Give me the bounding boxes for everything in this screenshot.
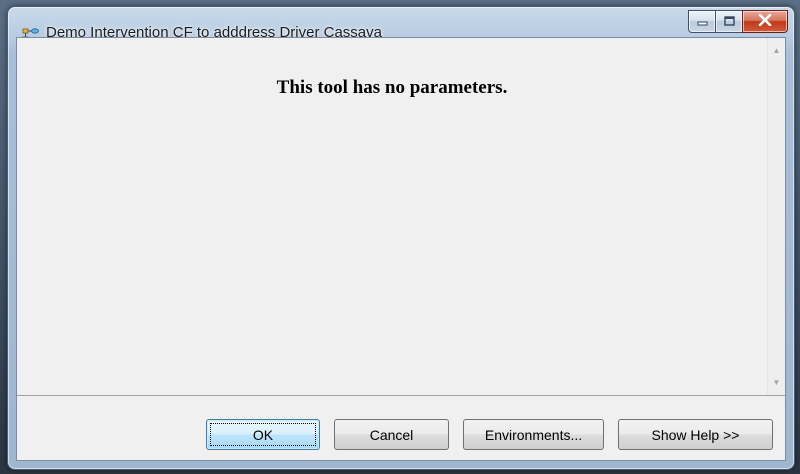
vertical-scrollbar[interactable]: ▲ ▼ bbox=[767, 38, 785, 395]
show-help-button[interactable]: Show Help >> bbox=[618, 419, 773, 450]
close-button[interactable] bbox=[742, 10, 788, 33]
no-parameters-message: This tool has no parameters. bbox=[276, 77, 508, 98]
maximize-icon bbox=[723, 13, 735, 31]
minimize-button[interactable] bbox=[688, 10, 715, 33]
maximize-button[interactable] bbox=[715, 10, 742, 33]
scroll-up-arrow-icon[interactable]: ▲ bbox=[768, 42, 785, 59]
caption-buttons bbox=[688, 10, 788, 33]
tool-dialog-window: Demo Intervention CF to adddress Driver … bbox=[7, 6, 795, 470]
environments-button[interactable]: Environments... bbox=[463, 419, 604, 450]
dialog-buttons: OK Cancel Environments... Show Help >> bbox=[206, 419, 773, 450]
close-icon bbox=[758, 13, 772, 31]
minimize-icon bbox=[697, 13, 708, 31]
scroll-down-arrow-icon[interactable]: ▼ bbox=[768, 374, 785, 391]
cancel-button[interactable]: Cancel bbox=[334, 419, 449, 450]
dialog-client-area: This tool has no parameters. ▲ ▼ OK Canc… bbox=[16, 37, 786, 461]
ok-button[interactable]: OK bbox=[206, 419, 320, 450]
parameters-panel: This tool has no parameters. ▲ ▼ bbox=[17, 38, 785, 396]
